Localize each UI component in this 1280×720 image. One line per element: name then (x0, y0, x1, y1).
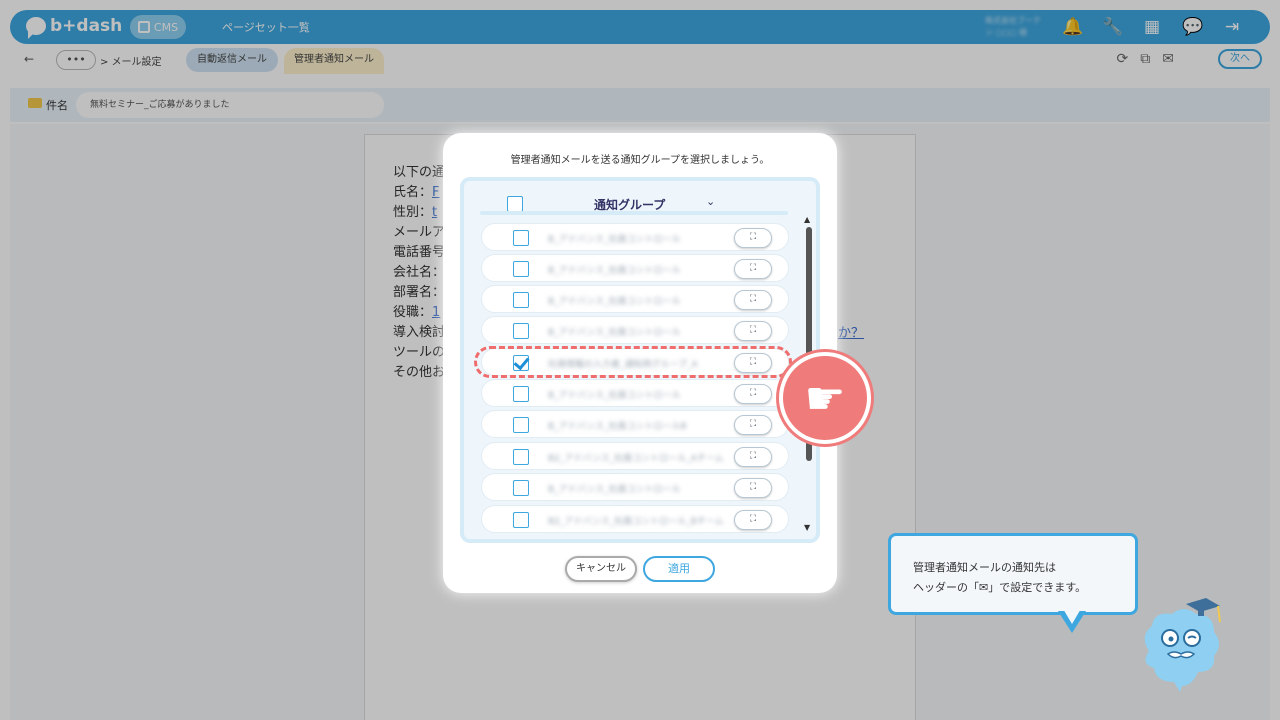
group-row-checkbox[interactable] (513, 386, 529, 402)
group-row-label: B_アドバンス_社員コントロール (548, 328, 681, 338)
group-row[interactable]: B_アドバンス_社員コントロール ⛶ (481, 223, 789, 251)
group-row-checkbox[interactable] (513, 230, 529, 246)
selection-highlight (474, 346, 792, 378)
tooltip-line: ヘッダーの「✉」で設定できます。 (913, 581, 1087, 594)
tooltip-line: 管理者通知メールの通知先は (913, 561, 1056, 574)
group-row[interactable]: B_アドバンス_社員コントロールB ⛶ (481, 410, 789, 438)
chevron-down-icon[interactable]: ⌄ (706, 195, 715, 208)
group-row-checkbox[interactable] (513, 292, 529, 308)
expand-icon[interactable]: ⛶ (734, 415, 772, 435)
group-row-checkbox[interactable] (513, 261, 529, 277)
group-row[interactable]: B_アドバンス_社員コントロール ⛶ (481, 285, 789, 313)
scroll-down-arrow-icon[interactable]: ▼ (804, 523, 810, 532)
select-all-checkbox[interactable] (507, 196, 523, 212)
group-row-checkbox[interactable] (513, 323, 529, 339)
group-row-checkbox[interactable] (513, 449, 529, 465)
expand-icon[interactable]: ⛶ (734, 290, 772, 310)
expand-icon[interactable]: ⛶ (734, 228, 772, 248)
group-row[interactable]: B_アドバンス_社員コントロール ⛶ (481, 379, 789, 407)
group-row-label: B2_アドバンス_社員コントロール_Aチーム (548, 454, 724, 464)
group-row[interactable]: B_アドバンス_社員コントロール ⛶ (481, 473, 789, 501)
group-row[interactable]: B_アドバンス_社員コントロール ⛶ (481, 316, 789, 344)
modal-title: 管理者通知メールを送る通知グループを選択しましょう。 (510, 155, 770, 166)
mascot-icon (1144, 598, 1221, 692)
expand-icon[interactable]: ⛶ (734, 447, 772, 467)
group-row-label: B2_アドバンス_社員コントロール_Bチーム (548, 517, 724, 527)
group-row-label: B_アドバンス_社員コントロールB (548, 422, 687, 432)
group-row-label: B_アドバンス_社員コントロール (548, 485, 681, 495)
expand-icon[interactable]: ⛶ (734, 478, 772, 498)
header-divider (480, 211, 788, 215)
pointing-hand-icon: ☛ (779, 352, 871, 444)
expand-icon[interactable]: ⛶ (734, 510, 772, 530)
group-row-label: B_アドバンス_社員コントロール (548, 266, 681, 276)
expand-icon[interactable]: ⛶ (734, 384, 772, 404)
tooltip-tail (1058, 607, 1086, 633)
expand-icon[interactable]: ⛶ (734, 259, 772, 279)
group-row-label: B_アドバンス_社員コントロール (548, 297, 681, 307)
group-row-checkbox[interactable] (513, 512, 529, 528)
cancel-button[interactable]: キャンセル (565, 556, 637, 582)
group-row-label: B_アドバンス_社員コントロール (548, 235, 681, 245)
expand-icon[interactable]: ⛶ (734, 321, 772, 341)
group-row[interactable]: B2_アドバンス_社員コントロール_Aチーム ⛶ (481, 442, 789, 470)
help-tooltip: 管理者通知メールの通知先は ヘッダーの「✉」で設定できます。 (888, 533, 1138, 615)
apply-button[interactable]: 適用 (643, 556, 715, 582)
group-row-checkbox[interactable] (513, 480, 529, 496)
group-row-checkbox[interactable] (513, 417, 529, 433)
group-row[interactable]: B2_アドバンス_社員コントロール_Bチーム ⛶ (481, 505, 789, 533)
scroll-up-arrow-icon[interactable]: ▲ (804, 215, 810, 224)
group-row[interactable]: B_アドバンス_社員コントロール ⛶ (481, 254, 789, 282)
group-row-label: B_アドバンス_社員コントロール (548, 391, 681, 401)
